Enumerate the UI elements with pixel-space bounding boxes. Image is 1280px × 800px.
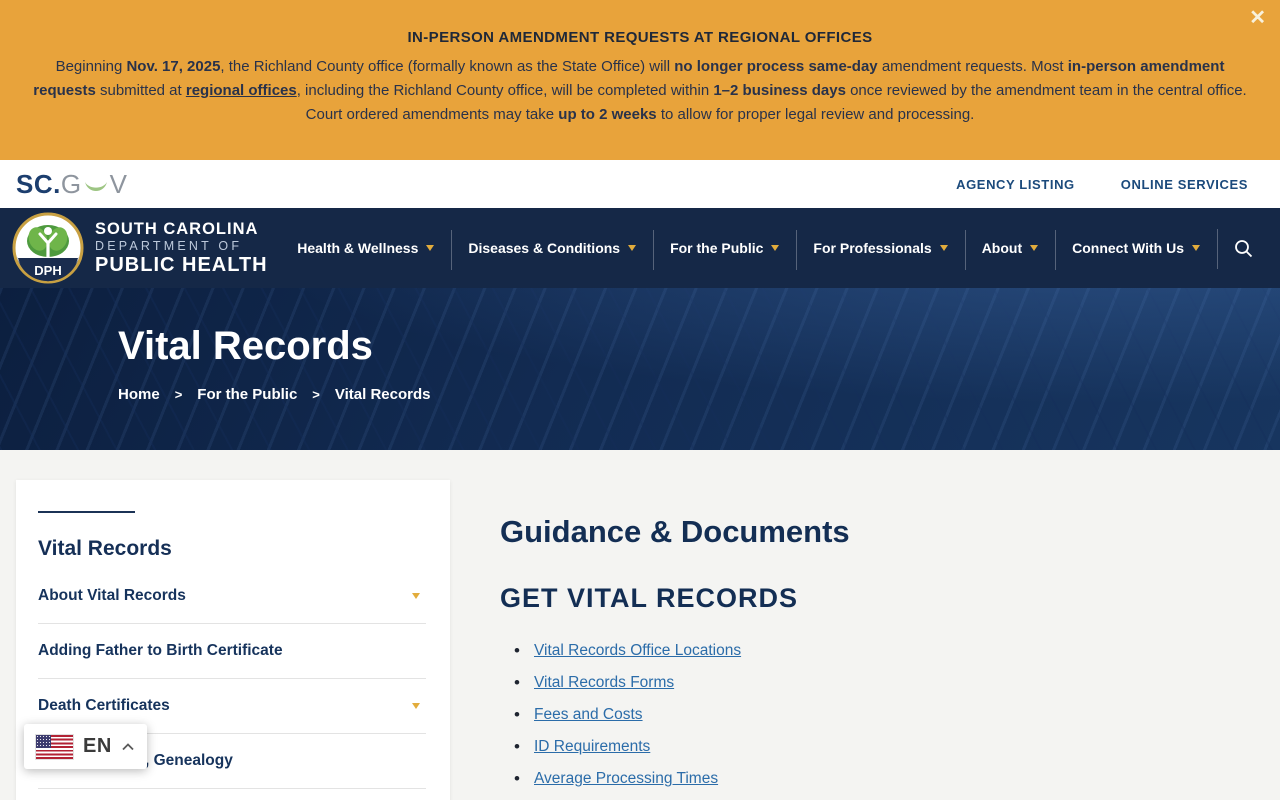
breadcrumb: Home > For the Public > Vital Records <box>118 386 431 403</box>
alert-text-bold: Nov. 17, 2025 <box>126 58 221 75</box>
link-office-locations[interactable]: Vital Records Office Locations <box>534 642 741 660</box>
list-item: • Average Processing Times <box>514 763 1260 795</box>
breadcrumb-for-the-public[interactable]: For the Public <box>197 386 297 403</box>
list-item: •South Carolina VRSIIS <box>514 795 1260 800</box>
breadcrumb-home[interactable]: Home <box>118 386 160 403</box>
alert-text-bold: 1–2 business days <box>713 82 846 99</box>
section-title: Guidance & Documents <box>500 514 850 549</box>
utility-links: AGENCY LISTING ONLINE SERVICES <box>956 177 1248 192</box>
caret-down-icon <box>1192 245 1200 251</box>
caret-down-icon <box>412 703 420 709</box>
sidebar-item-label: , Genealogy <box>145 752 233 769</box>
brand-line3: PUBLIC HEALTH <box>95 254 268 277</box>
main-column: Guidance & Documents GET VITAL RECORDS •… <box>500 450 1260 800</box>
language-code: EN <box>83 735 112 757</box>
main-navigation: DPH SOUTH CAROLINA DEPARTMENT OF PUBLIC … <box>0 208 1280 288</box>
brand-line2: DEPARTMENT OF <box>95 239 243 254</box>
bullet: • <box>514 769 520 788</box>
caret-down-icon <box>939 245 948 251</box>
scgov-dot: . <box>53 168 61 199</box>
link-forms[interactable]: Vital Records Forms <box>534 674 674 692</box>
alert-text: amendment requests. Most <box>877 58 1068 75</box>
nav-item-for-the-public[interactable]: For the Public <box>653 230 796 270</box>
list-item: • ID Requirements <box>514 731 1260 763</box>
document-link-list: • Vital Records Office Locations • Vital R… <box>500 635 1260 800</box>
nav-item-label: About <box>981 240 1023 256</box>
sidebar-item-adding-father[interactable]: Adding Father to Birth Certificate <box>38 624 426 679</box>
bullet: • <box>514 673 520 692</box>
breadcrumb-current: Vital Records <box>334 386 431 403</box>
nav-item-for-professionals[interactable]: For Professionals <box>796 230 964 270</box>
alert-text: , including the Richland County office, … <box>296 82 714 99</box>
list-item: • Fees and Costs <box>514 699 1260 731</box>
alert-text: to allow for proper legal review and pro… <box>656 106 975 123</box>
breadcrumb-separator: > <box>174 387 183 402</box>
scgov-v: V <box>109 168 128 199</box>
scgov-sc: SC <box>16 168 54 199</box>
link-processing-times[interactable]: Average Processing Times <box>534 770 718 788</box>
crescent-icon <box>84 182 107 191</box>
scgov-logo[interactable]: SC. G V <box>16 169 127 200</box>
list-item: • Vital Records Office Locations <box>514 635 1260 667</box>
nav-item-label: Health & Wellness <box>297 240 419 256</box>
link-id-requirements[interactable]: ID Requirements <box>534 738 650 756</box>
close-icon[interactable]: ✕ <box>1249 8 1266 28</box>
bullet: • <box>514 737 520 756</box>
regional-offices-link[interactable]: regional offices <box>186 82 297 99</box>
sidebar-item-label: About Vital Records <box>38 587 186 604</box>
sidebar-item-label: Death Certificates <box>38 697 170 714</box>
search-button[interactable] <box>1217 228 1270 269</box>
us-flag-icon <box>36 734 73 759</box>
nav-item-label: For Professionals <box>813 240 932 256</box>
alert-text: Beginning <box>55 58 127 75</box>
nav-item-label: Diseases & Conditions <box>468 240 621 256</box>
alert-text: submitted at <box>95 82 186 99</box>
hero-banner: Vital Records Home > For the Public > Vi… <box>0 288 1280 450</box>
alert-text: , the Richland County office (formally k… <box>220 58 675 75</box>
alert-text-bold: no longer process same-day <box>674 58 878 75</box>
brand-wordmark: SOUTH CAROLINA DEPARTMENT OF PUBLIC HEAL… <box>95 220 268 277</box>
caret-down-icon <box>628 245 637 251</box>
caret-down-icon <box>426 245 435 251</box>
list-item: • Vital Records Forms <box>514 667 1260 699</box>
alert-title: IN-PERSON AMENDMENT REQUESTS AT REGIONAL… <box>407 29 873 46</box>
sidebar-item-label: Adding Father to Birth Certificate <box>38 642 283 659</box>
scgov-g: G <box>60 168 82 199</box>
decorative-rule <box>38 511 135 513</box>
agency-listing-link[interactable]: AGENCY LISTING <box>956 177 1075 192</box>
svg-text:DPH: DPH <box>34 263 61 278</box>
caret-down-icon <box>1030 245 1039 251</box>
content-area: Vital Records About Vital Records Adding… <box>0 450 1280 800</box>
bullet: • <box>514 641 520 660</box>
nav-item-health-wellness[interactable]: Health & Wellness <box>280 236 451 260</box>
language-selector[interactable]: EN <box>24 724 147 769</box>
nav-item-about[interactable]: About <box>964 230 1055 270</box>
nav-item-connect-with-us[interactable]: Connect With Us <box>1055 230 1217 270</box>
get-vital-records-heading: GET VITAL RECORDS <box>500 583 799 613</box>
alert-banner: IN-PERSON AMENDMENT REQUESTS AT REGIONAL… <box>0 0 1280 160</box>
nav-item-label: Connect With Us <box>1072 240 1184 256</box>
nav-item-label: For the Public <box>670 240 764 256</box>
caret-down-icon <box>771 245 780 251</box>
search-icon <box>1235 239 1253 257</box>
nav-menu: Health & Wellness Diseases & Conditions … <box>280 228 1270 270</box>
brand-line1: SOUTH CAROLINA <box>95 219 259 238</box>
nav-item-diseases-conditions[interactable]: Diseases & Conditions <box>451 230 653 270</box>
bullet: • <box>514 705 520 724</box>
dph-home-link[interactable]: DPH SOUTH CAROLINA DEPARTMENT OF PUBLIC … <box>0 212 268 284</box>
breadcrumb-separator: > <box>312 387 320 402</box>
sidebar-heading: Vital Records <box>38 537 172 560</box>
online-services-link[interactable]: ONLINE SERVICES <box>1121 177 1248 192</box>
caret-down-icon <box>412 593 420 599</box>
dph-logo-icon: DPH <box>12 212 84 284</box>
alert-text-bold: up to 2 weeks <box>558 106 657 123</box>
sidebar-item-about-vital-records[interactable]: About Vital Records <box>38 569 426 624</box>
page-title: Vital Records <box>118 324 373 368</box>
link-fees-costs[interactable]: Fees and Costs <box>534 706 643 724</box>
alert-body: Beginning Nov. 17, 2025, the Richland Co… <box>23 55 1257 127</box>
sidebar-item-divorce-reports[interactable]: Divorce Reports <box>38 789 426 800</box>
utility-bar: SC. G V AGENCY LISTING ONLINE SERVICES <box>0 160 1280 208</box>
chevron-up-icon <box>122 742 134 750</box>
